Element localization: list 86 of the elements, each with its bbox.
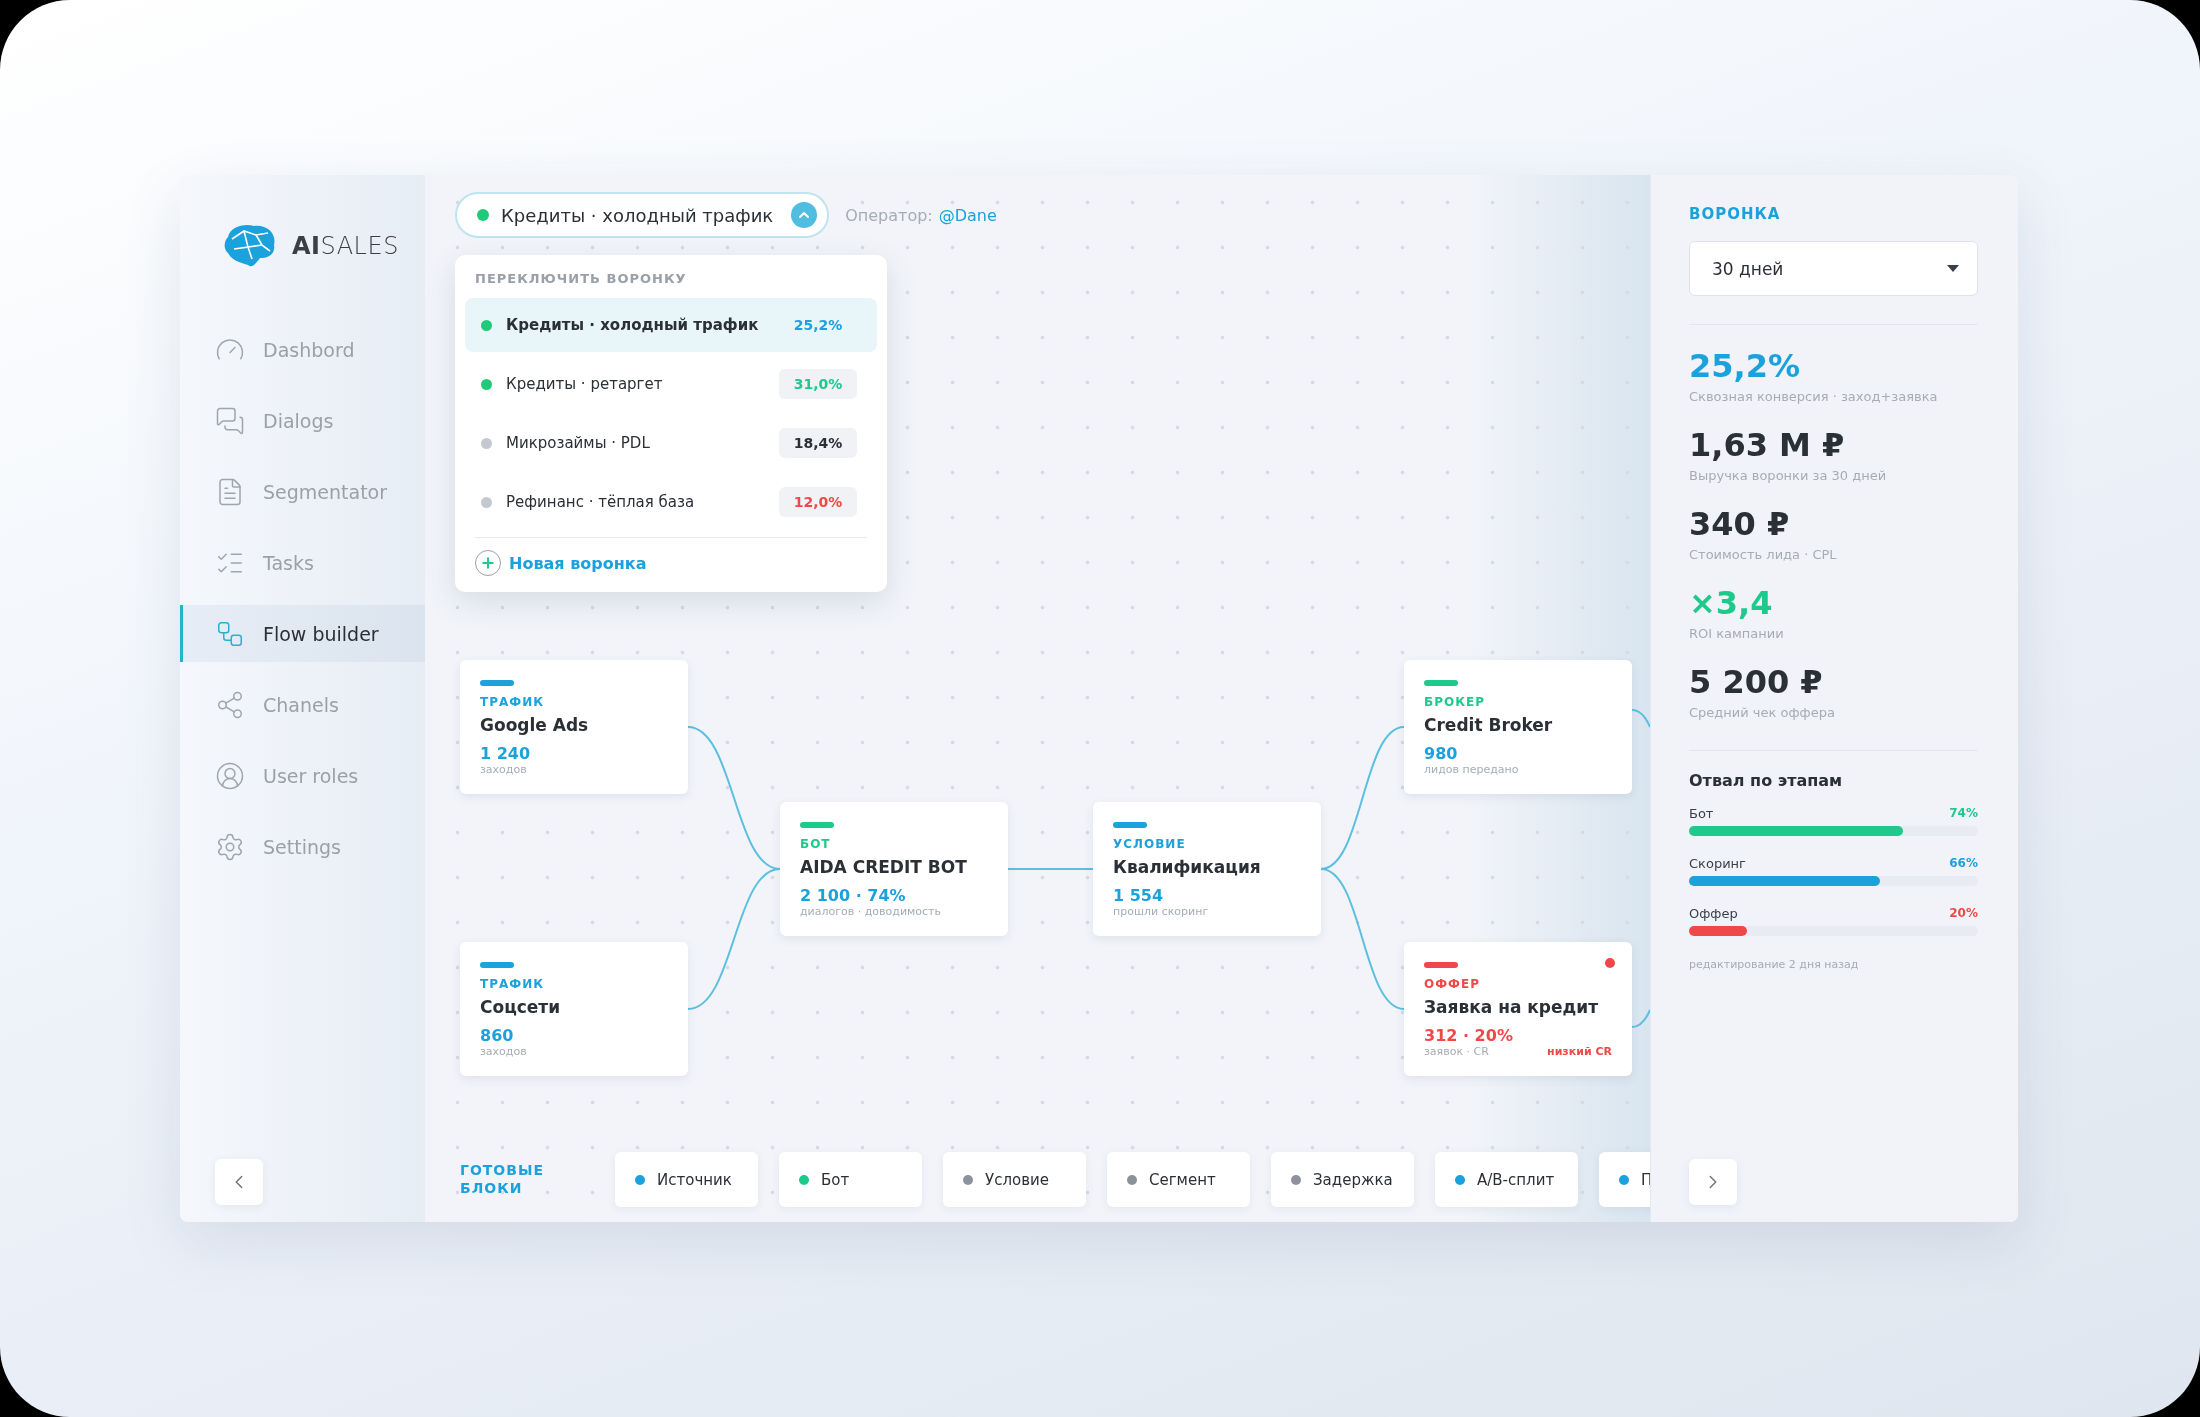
node-caption: заявок · CR — [1424, 1045, 1489, 1058]
block-chip[interactable]: Задержка — [1271, 1152, 1414, 1207]
funnel-name: Кредиты · холодный трафик — [506, 316, 760, 334]
connector — [1631, 709, 1650, 728]
menu-item[interactable]: Микрозаймы · PDL 18,4% — [465, 416, 877, 470]
funnel-name: Рефинанс · тёплая база — [506, 493, 696, 511]
metric-value: 25,2% — [1689, 347, 1800, 385]
node-title: Заявка на кредит — [1424, 997, 1599, 1017]
node-metric: 1 554 — [1113, 886, 1164, 905]
settings-icon — [215, 831, 245, 862]
node-title: Квалификация — [1113, 857, 1261, 877]
back-button[interactable] — [215, 1159, 263, 1205]
stage-percent: 20% — [1949, 906, 1978, 921]
node-metric: 980 — [1424, 744, 1458, 763]
node-caption: диалогов · доводимость — [800, 905, 941, 918]
block-chip[interactable]: Бот — [779, 1152, 922, 1207]
node-type: БРОКЕР — [1424, 695, 1485, 709]
chat-bubbles-icon — [215, 405, 245, 436]
metric-label: Средний чек оффера — [1689, 705, 1835, 720]
block-chip[interactable]: Источник — [615, 1152, 758, 1207]
user-icon — [215, 760, 245, 791]
node-title: Соцсети — [480, 997, 561, 1017]
conversion-value: 25,2% — [792, 316, 844, 335]
flow-node[interactable]: ОФФЕР Заявка на кредит 312 · 20% заявок · CR низкий CR — [1404, 942, 1632, 1076]
metric-label: Выручка воронки за 30 дней — [1689, 468, 1887, 483]
metric-value: 1,63 М ₽ — [1689, 426, 1845, 464]
conversion-value: 18,4% — [779, 428, 857, 458]
menu-item[interactable]: Кредиты · ретаргет 31,0% — [465, 357, 877, 411]
stage-label: Скоринг — [1689, 856, 1746, 871]
stage-label: Бот — [1689, 806, 1714, 821]
next-button[interactable] — [1689, 1159, 1737, 1205]
funnel-name: Кредиты · ретаргет — [506, 375, 664, 393]
block-chip[interactable]: П — [1599, 1152, 1650, 1207]
node-title: AIDA CREDIT BOT — [800, 857, 967, 877]
flow-node[interactable]: ТРАФИК Google Ads 1 240 заходов — [460, 660, 688, 794]
menu-item[interactable]: Кредиты · холодный трафик 25,2% — [465, 298, 877, 352]
metric-label: Сквозная конверсия · заход+заявка — [1689, 389, 1938, 404]
metric-value: ×3,4 — [1689, 584, 1773, 622]
conversion-value: 12,0% — [779, 487, 857, 517]
connector — [1631, 1009, 1650, 1028]
node-type: ТРАФИК — [480, 977, 545, 991]
operator-label: Оператор: — [845, 205, 933, 225]
node-type: ОФФЕР — [1424, 977, 1480, 991]
stage-percent: 66% — [1949, 856, 1978, 871]
flow-node[interactable]: ТРАФИК Соцсети 860 заходов — [460, 942, 688, 1076]
node-metric: 860 — [480, 1026, 514, 1045]
node-metric: 2 100 · 74% — [800, 886, 906, 905]
funnel-dropdown[interactable]: Кредиты · холодный трафик — [455, 192, 830, 238]
node-caption: прошли скоринг — [1113, 905, 1209, 918]
node-caption: заходов — [480, 1045, 527, 1058]
block-chip[interactable]: Условие — [943, 1152, 1086, 1207]
node-type: УСЛОВИЕ — [1113, 837, 1186, 851]
node-metric: 312 · 20% — [1424, 1026, 1513, 1045]
stages-title: Отвал по этапам — [1689, 771, 1844, 790]
node-title: Credit Broker — [1424, 715, 1553, 735]
node-caption: заходов — [480, 763, 527, 776]
menu-title: ПЕРЕКЛЮЧИТЬ ВОРОНКУ — [474, 271, 688, 286]
warning-label: низкий CR — [1547, 1045, 1612, 1058]
block-chip[interactable]: А/В-сплит — [1435, 1152, 1578, 1207]
stage-label: Оффер — [1689, 906, 1738, 921]
node-caption: лидов передано — [1424, 763, 1519, 776]
flow-node[interactable]: БРОКЕР Credit Broker 980 лидов передано — [1404, 660, 1632, 794]
network-icon — [215, 689, 245, 720]
caret-icon — [1947, 264, 1959, 273]
node-type: БОТ — [800, 837, 831, 851]
menu-item[interactable]: Рефинанс · тёплая база 12,0% — [465, 475, 877, 529]
nav-item[interactable]: Flow builder — [180, 605, 425, 662]
metric-value: 340 ₽ — [1689, 505, 1790, 543]
stage-percent: 74% — [1949, 806, 1978, 821]
palette-title: ГОТОВЫЕ БЛОКИ — [460, 1162, 545, 1197]
flow-node[interactable]: БОТ AIDA CREDIT BOT 2 100 · 74% диалогов · доводимость — [780, 802, 1008, 936]
caret-icon — [791, 202, 818, 228]
period-select[interactable]: 30 дней — [1689, 241, 1978, 296]
panel-title: ВОРОНКА — [1689, 205, 1782, 223]
metric-label: ROI кампании — [1689, 626, 1784, 641]
edit-note: редактирование 2 дня назад — [1689, 958, 1860, 971]
logo-text: AISALES — [292, 232, 399, 260]
conversion-value: 31,0% — [779, 369, 857, 399]
metric-value: 5 200 ₽ — [1689, 663, 1823, 701]
block-chip[interactable]: Сегмент — [1107, 1152, 1250, 1207]
node-type: ТРАФИК — [480, 695, 545, 709]
metric-label: Стоимость лида · CPL — [1689, 547, 1837, 562]
funnel-name: Микрозаймы · PDL — [506, 434, 651, 452]
node-title: Google Ads — [480, 715, 589, 735]
node-metric: 1 240 — [480, 744, 531, 763]
flow-node[interactable]: УСЛОВИЕ Квалификация 1 554 прошли скоринг — [1093, 802, 1321, 936]
